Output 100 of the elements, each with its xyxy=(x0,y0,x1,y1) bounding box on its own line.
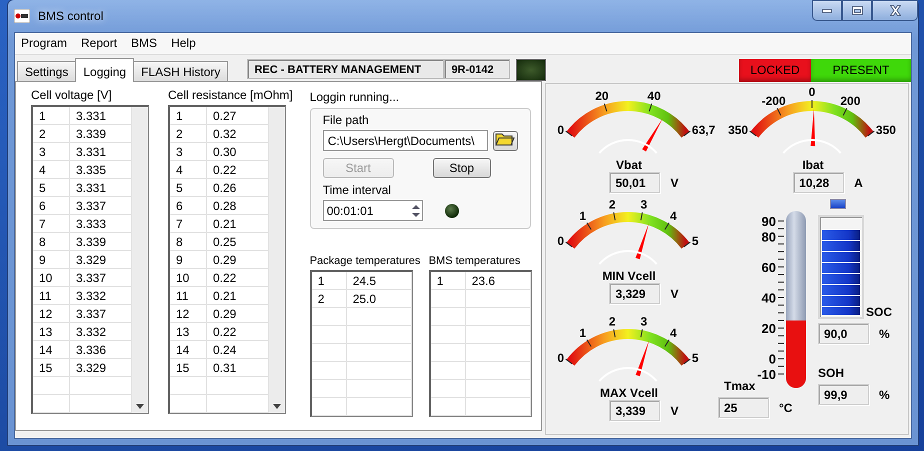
value-display: 90,0 xyxy=(818,323,869,344)
status-indicator: PRESENT xyxy=(811,58,911,82)
value-display: 3,329 xyxy=(609,283,660,304)
browse-button[interactable] xyxy=(492,130,518,150)
dial-arc xyxy=(598,367,658,382)
tick-label: 2 xyxy=(608,314,616,328)
tick-label: 90 xyxy=(762,214,776,229)
tick-label: 60 xyxy=(762,260,776,275)
dial-arc xyxy=(598,250,658,265)
table-cell: 9 xyxy=(33,250,70,268)
table-cell: 13 xyxy=(33,322,70,340)
device-name-display: REC - BATTERY MANAGEMENT xyxy=(247,59,444,79)
table-cell: 24.5 xyxy=(346,272,412,290)
table-title: BMS temperatures xyxy=(428,255,520,267)
table-cell: 3.331 xyxy=(70,107,132,124)
value-display: 3,339 xyxy=(609,400,660,421)
logging-status: Loggin running... xyxy=(310,90,400,104)
folder-icon xyxy=(495,132,516,146)
unit-label: °C xyxy=(779,400,792,414)
serial-display: 9R-0142 xyxy=(444,59,510,79)
tick-label: 1 xyxy=(579,326,586,340)
maximize-button[interactable] xyxy=(842,0,872,21)
unit-label: % xyxy=(879,326,890,340)
tick-label: 4 xyxy=(670,326,677,340)
tick-label: 0 xyxy=(557,350,564,365)
unit-label: % xyxy=(879,388,890,402)
window-title: BMS control xyxy=(38,9,104,23)
table-cell: 1 xyxy=(170,107,206,124)
thermometer-label: Tmax xyxy=(724,379,756,393)
table-cell: 6 xyxy=(170,196,206,214)
table-cell: 12 xyxy=(33,304,70,322)
table-cell: 4 xyxy=(33,160,70,178)
soc-label: SOC xyxy=(866,305,892,319)
value-display: 50,01 xyxy=(609,172,660,193)
table-cell: 23.6 xyxy=(465,272,530,290)
tick-label: 0 xyxy=(557,234,564,248)
tick-label: 40 xyxy=(762,290,776,306)
scroll-down-icon[interactable] xyxy=(273,404,281,409)
table-cell: 11 xyxy=(33,286,70,304)
unit-label: V xyxy=(670,176,678,190)
field-label: File path xyxy=(322,113,370,127)
tick-label: 350 xyxy=(728,122,748,137)
gauge-label: MIN Vcell xyxy=(602,269,656,283)
table-cell: 5 xyxy=(33,178,70,196)
table-cell: 15 xyxy=(33,358,70,376)
dial-arc xyxy=(782,139,842,154)
gauge-label: Vbat xyxy=(616,158,642,172)
gauge-label: MAX Vcell xyxy=(600,386,658,400)
table-cell: 14 xyxy=(33,340,70,358)
menu-item[interactable]: Report xyxy=(81,35,118,52)
scroll-down-icon[interactable] xyxy=(136,404,144,409)
menu-item[interactable]: BMS xyxy=(131,35,158,52)
time-interval-field[interactable]: 00:01:01 xyxy=(322,200,423,221)
table-cell: 1 xyxy=(430,272,466,290)
table-cell: 11 xyxy=(170,286,206,304)
tick-label: 3 xyxy=(640,314,648,328)
close-button[interactable] xyxy=(872,0,918,21)
field-label: Time interval xyxy=(322,183,392,197)
tick-label: 5 xyxy=(692,350,699,365)
table-cell: 1 xyxy=(312,272,346,290)
tick-label: 20 xyxy=(595,89,609,104)
value-display: 99,9 xyxy=(818,384,869,405)
close-icon xyxy=(890,5,900,16)
tick-label: 0 xyxy=(808,86,816,99)
table-cell: 8 xyxy=(33,232,70,250)
value-display: 25 xyxy=(718,397,769,418)
status-indicator: LOCKED xyxy=(739,58,811,82)
tab[interactable]: FLASH History xyxy=(133,61,228,81)
table-cell: 0.27 xyxy=(206,107,268,124)
unit-label: V xyxy=(670,404,678,418)
tick-label: 63,7 xyxy=(692,122,716,137)
table-cell: 10 xyxy=(33,268,70,286)
tab[interactable]: Logging xyxy=(75,58,134,82)
tick-label: 4 xyxy=(670,208,677,223)
unit-label: V xyxy=(670,286,678,300)
table-cell: 2 xyxy=(33,124,70,142)
stop-button[interactable]: Stop xyxy=(432,158,491,178)
minimize-button[interactable] xyxy=(812,0,842,21)
tick-label: 350 xyxy=(876,122,896,137)
tick-label: 80 xyxy=(762,229,776,244)
table-cell: 1 xyxy=(33,107,70,124)
table-cell: 5 xyxy=(170,178,206,196)
table-cell: 10 xyxy=(170,268,206,286)
table-cell: 4 xyxy=(170,160,206,178)
unit-label: A xyxy=(854,176,863,190)
menu-item[interactable]: Program xyxy=(21,35,68,52)
table-cell: 6 xyxy=(33,196,70,214)
tab[interactable]: Settings xyxy=(17,61,76,81)
time-interval-field[interactable]: 00:01:01 xyxy=(324,204,410,218)
gauge-label: Ibat xyxy=(802,158,824,172)
table-cell: 8 xyxy=(170,232,206,250)
table-title: Cell resistance [mOhm] xyxy=(168,88,293,102)
tick-label: 0 xyxy=(768,352,776,367)
file-path-field[interactable]: C:\Users\Hergt\Documents\ xyxy=(322,130,488,151)
menu-item[interactable]: Help xyxy=(171,35,196,52)
table-cell: 7 xyxy=(33,214,70,232)
table-title: Package temperatures xyxy=(310,255,420,267)
dial-arc xyxy=(598,139,658,154)
tick-label: -200 xyxy=(762,94,786,108)
table-cell: 13 xyxy=(170,322,206,340)
